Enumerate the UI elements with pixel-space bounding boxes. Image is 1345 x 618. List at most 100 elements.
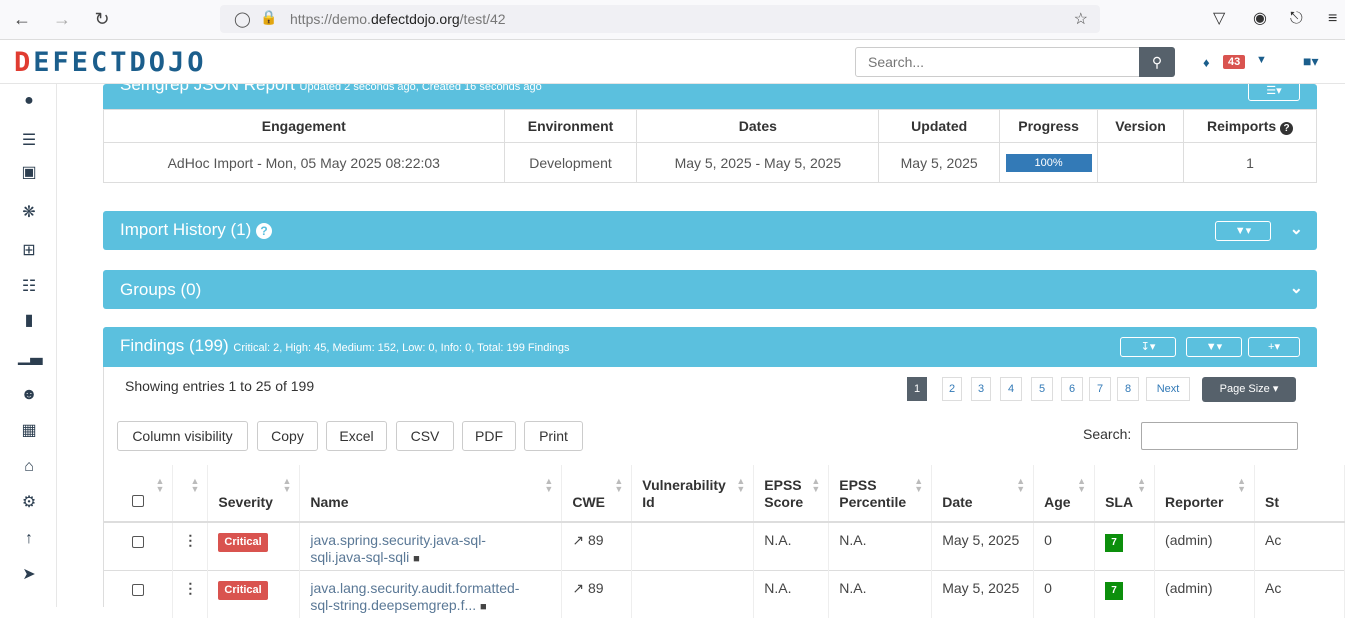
- filter-icon[interactable]: ▼▾: [1186, 337, 1242, 357]
- row-checkbox[interactable]: [131, 583, 144, 596]
- user-menu-icon[interactable]: ■▾: [1303, 53, 1318, 70]
- search-icon[interactable]: ⚲: [1139, 47, 1175, 77]
- chevron-down-icon[interactable]: ⌄: [1290, 278, 1303, 298]
- status-cell: Ac: [1254, 569, 1345, 618]
- cog-icon[interactable]: ⚙: [18, 492, 40, 514]
- column-visibility-button[interactable]: Column visibility: [117, 421, 248, 451]
- page-6[interactable]: 6: [1061, 377, 1083, 401]
- dates-cell: May 5, 2025 - May 5, 2025: [636, 142, 880, 183]
- house-icon[interactable]: ⌂: [18, 456, 40, 478]
- menu-icon[interactable]: ≡: [1328, 9, 1337, 29]
- arrow-right-icon[interactable]: →: [52, 9, 72, 29]
- select-all-header[interactable]: ▲ ▼: [103, 465, 174, 523]
- page-5[interactable]: 5: [1031, 377, 1053, 401]
- finding-name-link[interactable]: java.spring.security.java-sql-sqli.java-…: [310, 532, 486, 565]
- list-icon[interactable]: ☰: [18, 130, 40, 152]
- sort-icon[interactable]: ▲ ▼: [614, 477, 623, 494]
- page-8[interactable]: 8: [1117, 377, 1139, 401]
- cwe-cell[interactable]: ↗ 89: [561, 569, 633, 618]
- help-icon[interactable]: ?: [1280, 121, 1294, 135]
- select-all-checkbox[interactable]: [131, 495, 144, 507]
- sitemap-icon[interactable]: ☷: [18, 276, 40, 298]
- sort-icon[interactable]: ▲ ▼: [1077, 477, 1086, 494]
- sort-icon[interactable]: ▲ ▼: [282, 477, 291, 494]
- reporter-header[interactable]: Reporter ▲ ▼: [1154, 465, 1255, 523]
- bell-icon[interactable]: ♦: [1203, 55, 1210, 70]
- url-text[interactable]: https://demo.defectdojo.org/test/42: [290, 11, 506, 27]
- page-4[interactable]: 4: [1000, 377, 1022, 401]
- bug-icon[interactable]: ❋: [18, 202, 40, 224]
- sort-icon[interactable]: ▲ ▼: [1137, 477, 1146, 494]
- shield-icon[interactable]: ◯: [234, 10, 251, 28]
- sort-icon[interactable]: ▲ ▼: [811, 477, 820, 494]
- reload-icon[interactable]: ↻: [92, 9, 112, 29]
- chevron-down-icon[interactable]: ▼: [1256, 54, 1267, 66]
- folder-icon[interactable]: ■: [413, 553, 420, 565]
- search-input[interactable]: [855, 47, 1140, 77]
- sla-header[interactable]: SLA ▲ ▼: [1094, 465, 1156, 523]
- severity-header[interactable]: Severity ▲ ▼: [207, 465, 301, 523]
- sort-icon[interactable]: ▲ ▼: [156, 477, 165, 494]
- actions-header[interactable]: ▲ ▼: [172, 465, 209, 523]
- address-bar[interactable]: ◯ 🔒 https://demo.defectdojo.org/test/42 …: [220, 5, 1100, 33]
- engagement-link[interactable]: AdHoc Import - Mon, 05 May 2025 08:22:03: [103, 142, 505, 183]
- defectdojo-logo[interactable]: DEFECTDOJO: [14, 47, 207, 78]
- finding-name-link[interactable]: java.lang.security.audit.formatted-sql-s…: [310, 580, 519, 613]
- dashboard-icon[interactable]: ●: [18, 90, 40, 112]
- circle-arrow-icon[interactable]: ➤: [18, 564, 40, 586]
- copy-button[interactable]: Copy: [257, 421, 318, 451]
- age-header[interactable]: Age ▲ ▼: [1033, 465, 1096, 523]
- inbox-icon[interactable]: ▣: [18, 162, 40, 184]
- page-3[interactable]: 3: [971, 377, 991, 401]
- sort-icon[interactable]: ▲ ▼: [914, 477, 923, 494]
- row-checkbox[interactable]: [131, 536, 144, 548]
- help-icon[interactable]: ?: [256, 223, 273, 239]
- lock-icon[interactable]: 🔒: [260, 9, 277, 26]
- filter-icon[interactable]: ▼▾: [1215, 221, 1271, 241]
- upload-icon[interactable]: ↑: [18, 528, 40, 550]
- download-icon[interactable]: ↧▾: [1120, 337, 1176, 357]
- add-icon[interactable]: +▾: [1248, 337, 1300, 357]
- page-next[interactable]: Next: [1146, 377, 1190, 401]
- print-button[interactable]: Print: [524, 421, 583, 451]
- showing-entries: Showing entries 1 to 25 of 199: [125, 378, 315, 394]
- epss-score-header[interactable]: EPSS Score ▲ ▼: [753, 465, 830, 523]
- chevron-down-icon[interactable]: ⌄: [1290, 219, 1303, 239]
- import-history-panel[interactable]: Import History (1) ? ▼▾ ⌄: [103, 211, 1317, 250]
- pdf-button[interactable]: PDF: [462, 421, 516, 451]
- epss-percentile-header[interactable]: EPSS Percentile ▲ ▼: [828, 465, 933, 523]
- page-2[interactable]: 2: [942, 377, 962, 401]
- groups-panel[interactable]: Groups (0) ⌄: [103, 270, 1317, 309]
- file-icon[interactable]: ▮: [18, 310, 40, 332]
- cwe-header[interactable]: CWE ▲ ▼: [561, 465, 633, 523]
- row-actions-icon[interactable]: ⋮: [172, 521, 209, 570]
- account-icon[interactable]: ◉: [1253, 9, 1267, 29]
- test-menu-button[interactable]: ☰▾: [1248, 84, 1300, 101]
- name-header[interactable]: Name ▲ ▼: [299, 465, 563, 523]
- sort-icon[interactable]: ▲ ▼: [191, 477, 200, 494]
- arrow-left-icon[interactable]: ←: [12, 9, 32, 29]
- user-icon[interactable]: ☻: [18, 384, 40, 406]
- excel-button[interactable]: Excel: [326, 421, 387, 451]
- sort-icon[interactable]: ▲ ▼: [1016, 477, 1025, 494]
- date-header[interactable]: Date ▲ ▼: [931, 465, 1035, 523]
- table-icon[interactable]: ⊞: [18, 240, 40, 262]
- sort-icon[interactable]: ▲ ▼: [1237, 477, 1246, 494]
- row-actions-icon[interactable]: ⋮: [172, 569, 209, 618]
- sort-icon[interactable]: ▲ ▼: [736, 477, 745, 494]
- status-header[interactable]: St: [1254, 465, 1345, 523]
- pocket-icon[interactable]: ▽: [1213, 9, 1225, 29]
- alert-count-badge[interactable]: 43: [1223, 55, 1246, 69]
- table-search-input[interactable]: [1141, 422, 1298, 450]
- page-1[interactable]: 1: [907, 377, 927, 401]
- vulnerability-id-header[interactable]: Vulnerability Id ▲ ▼: [631, 465, 755, 523]
- page-size-button[interactable]: Page Size ▾: [1202, 377, 1296, 402]
- bookmark-star-icon[interactable]: ☆: [1074, 9, 1088, 29]
- cwe-cell[interactable]: ↗ 89: [561, 521, 633, 570]
- extensions-icon[interactable]: ⎋: [1290, 9, 1303, 29]
- page-7[interactable]: 7: [1089, 377, 1111, 401]
- csv-button[interactable]: CSV: [396, 421, 454, 451]
- chart-icon[interactable]: ▁▃: [18, 346, 43, 368]
- sort-icon[interactable]: ▲ ▼: [544, 477, 553, 494]
- calendar-icon[interactable]: ▦: [18, 420, 40, 442]
